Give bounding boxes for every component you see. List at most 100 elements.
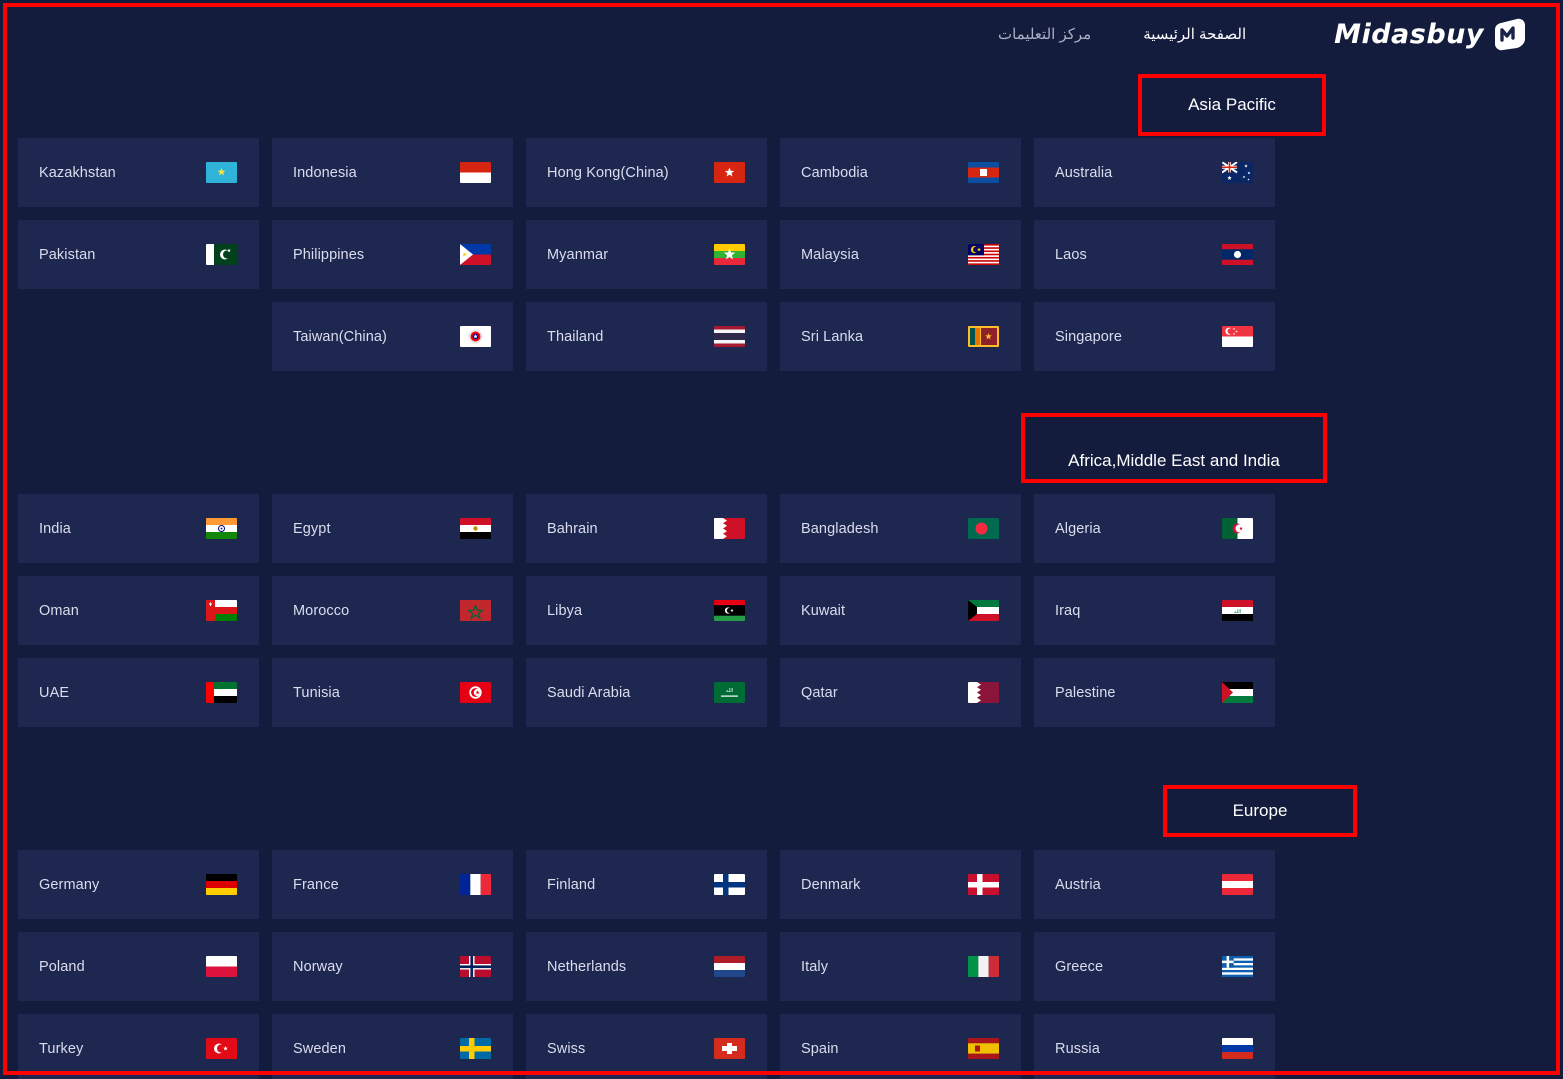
country-name-label: Finland bbox=[547, 876, 596, 893]
midasbuy-logo-mark-icon bbox=[1493, 17, 1527, 51]
nav-link-home[interactable]: الصفحة الرئيسية bbox=[1117, 25, 1272, 43]
country-card[interactable]: France bbox=[272, 850, 513, 919]
flag-ru-icon bbox=[1222, 1038, 1253, 1059]
flag-ps-icon bbox=[1222, 682, 1253, 703]
country-card[interactable]: Poland bbox=[18, 932, 259, 1001]
country-card[interactable]: Thailand bbox=[526, 302, 767, 371]
flag-ae-icon bbox=[206, 682, 237, 703]
country-card[interactable]: Denmark bbox=[780, 850, 1021, 919]
country-card[interactable]: Netherlands bbox=[526, 932, 767, 1001]
country-grid-europe: Germany France Finland Denmark Austria Poland… bbox=[18, 850, 1275, 1079]
country-name-label: Philippines bbox=[293, 246, 365, 263]
country-card[interactable]: Bahrain bbox=[526, 494, 767, 563]
country-card[interactable]: Oman bbox=[18, 576, 259, 645]
country-card[interactable]: Egypt bbox=[272, 494, 513, 563]
country-card[interactable]: Austria bbox=[1034, 850, 1275, 919]
flag-id-icon bbox=[460, 162, 491, 183]
country-card[interactable]: Laos bbox=[1034, 220, 1275, 289]
country-card[interactable]: Morocco bbox=[272, 576, 513, 645]
flag-sa-icon: الله bbox=[714, 682, 745, 703]
country-card[interactable]: Saudi Arabia الله bbox=[526, 658, 767, 727]
country-card[interactable]: Australia bbox=[1034, 138, 1275, 207]
country-card[interactable]: India bbox=[18, 494, 259, 563]
country-name-label: Singapore bbox=[1055, 328, 1123, 345]
country-card[interactable]: Kazakhstan bbox=[18, 138, 259, 207]
country-name-label: Australia bbox=[1055, 164, 1113, 181]
site-header: Midasbuy مركز التعليمات الصفحة الرئيسية bbox=[0, 0, 1563, 68]
country-name-label: Spain bbox=[801, 1040, 839, 1057]
country-card[interactable]: Qatar bbox=[780, 658, 1021, 727]
country-card[interactable]: Cambodia bbox=[780, 138, 1021, 207]
country-name-label: Netherlands bbox=[547, 958, 627, 975]
country-card[interactable]: Turkey bbox=[18, 1014, 259, 1079]
flag-ma-icon bbox=[460, 600, 491, 621]
country-card[interactable]: Myanmar bbox=[526, 220, 767, 289]
flag-my-icon bbox=[968, 244, 999, 265]
country-card[interactable]: Norway bbox=[272, 932, 513, 1001]
country-name-label: Italy bbox=[801, 958, 829, 975]
country-name-label: Saudi Arabia bbox=[547, 684, 631, 701]
country-card[interactable]: Iraq الله bbox=[1034, 576, 1275, 645]
country-name-label: Egypt bbox=[293, 520, 331, 537]
country-card[interactable]: Algeria bbox=[1034, 494, 1275, 563]
flag-pk-icon bbox=[206, 244, 237, 265]
flag-tr-icon bbox=[206, 1038, 237, 1059]
region-title-africa-middle-east-india: Africa,Middle East and India bbox=[1021, 413, 1327, 483]
country-name-label: Sri Lanka bbox=[801, 328, 864, 345]
country-name-label: Hong Kong(China) bbox=[547, 164, 669, 181]
logo-text: Midasbuy bbox=[1334, 18, 1484, 50]
country-card[interactable]: Tunisia bbox=[272, 658, 513, 727]
flag-qa-icon bbox=[968, 682, 999, 703]
country-card[interactable]: Hong Kong(China) bbox=[526, 138, 767, 207]
country-card[interactable]: Germany bbox=[18, 850, 259, 919]
country-card[interactable]: Taiwan(China) bbox=[272, 302, 513, 371]
country-card[interactable]: Malaysia bbox=[780, 220, 1021, 289]
flag-es-icon bbox=[968, 1038, 999, 1059]
svg-text:الله: الله bbox=[726, 688, 733, 694]
country-card[interactable]: Philippines bbox=[272, 220, 513, 289]
region-title-asia-pacific: Asia Pacific bbox=[1138, 74, 1326, 136]
flag-hk-icon bbox=[714, 162, 745, 183]
flag-no-icon bbox=[460, 956, 491, 977]
country-name-label: Laos bbox=[1055, 246, 1087, 263]
flag-iq-icon: الله bbox=[1222, 600, 1253, 621]
country-card[interactable]: Finland bbox=[526, 850, 767, 919]
country-card[interactable]: Bangladesh bbox=[780, 494, 1021, 563]
country-grid-africa-middle-east-india: India Egypt Bahrain Bangladesh Algeria Oman Mo… bbox=[18, 494, 1275, 727]
country-card[interactable]: Swiss bbox=[526, 1014, 767, 1079]
main-nav: مركز التعليمات الصفحة الرئيسية bbox=[972, 25, 1272, 43]
country-card[interactable]: Sweden bbox=[272, 1014, 513, 1079]
country-card[interactable]: Libya bbox=[526, 576, 767, 645]
country-name-label: Kuwait bbox=[801, 602, 846, 619]
country-card[interactable]: Palestine bbox=[1034, 658, 1275, 727]
country-card[interactable]: Indonesia bbox=[272, 138, 513, 207]
country-card[interactable]: Russia bbox=[1034, 1014, 1275, 1079]
country-grid-asia-pacific: Kazakhstan Indonesia Hong Kong(China) Cambo… bbox=[18, 138, 1275, 371]
flag-th-icon bbox=[714, 326, 745, 347]
country-name-label: Palestine bbox=[1055, 684, 1116, 701]
country-name-label: Poland bbox=[39, 958, 85, 975]
midasbuy-logo[interactable]: Midasbuy bbox=[1334, 17, 1527, 51]
flag-bh-icon bbox=[714, 518, 745, 539]
country-card[interactable]: Singapore bbox=[1034, 302, 1275, 371]
flag-it-icon bbox=[968, 956, 999, 977]
country-card[interactable]: Spain bbox=[780, 1014, 1021, 1079]
country-name-label: Sweden bbox=[293, 1040, 346, 1057]
country-card[interactable]: Sri Lanka bbox=[780, 302, 1021, 371]
country-name-label: Austria bbox=[1055, 876, 1101, 893]
nav-link-help-center[interactable]: مركز التعليمات bbox=[972, 25, 1117, 43]
country-card[interactable]: Greece bbox=[1034, 932, 1275, 1001]
flag-ph-icon bbox=[460, 244, 491, 265]
country-card[interactable]: Italy bbox=[780, 932, 1021, 1001]
flag-dk-icon bbox=[968, 874, 999, 895]
country-name-label: Tunisia bbox=[293, 684, 340, 701]
country-name-label: Oman bbox=[39, 602, 79, 619]
flag-fr-icon bbox=[460, 874, 491, 895]
country-card[interactable]: UAE bbox=[18, 658, 259, 727]
flag-at-icon bbox=[1222, 874, 1253, 895]
country-name-label: Germany bbox=[39, 876, 100, 893]
country-card[interactable]: Pakistan bbox=[18, 220, 259, 289]
country-name-label: Myanmar bbox=[547, 246, 609, 263]
flag-lk-icon bbox=[968, 326, 999, 347]
country-card[interactable]: Kuwait bbox=[780, 576, 1021, 645]
